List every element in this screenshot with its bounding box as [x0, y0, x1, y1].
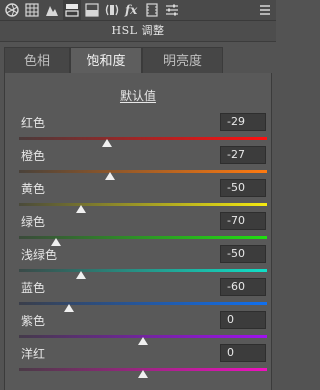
- sliders-icon[interactable]: [163, 0, 181, 20]
- panel-title: HSL 调整: [0, 21, 276, 42]
- magenta-value-field[interactable]: 0: [220, 344, 266, 362]
- slider-label: 洋红: [21, 347, 46, 361]
- red-value-field[interactable]: -29: [220, 113, 266, 131]
- red-slider-thumb[interactable]: [102, 139, 113, 147]
- yellow-slider-thumb[interactable]: [76, 205, 86, 213]
- green-value-field[interactable]: -70: [220, 212, 266, 230]
- slider-row-aqua: 浅绿色 -50: [5, 245, 271, 280]
- slider-row-purple: 紫色 0: [5, 311, 271, 346]
- default-link[interactable]: 默认值: [5, 87, 271, 104]
- tab-hue[interactable]: 色相: [4, 47, 70, 74]
- slider-row-red: 红色 -29: [5, 113, 271, 148]
- detail-icon[interactable]: [83, 0, 101, 20]
- aqua-value-field[interactable]: -50: [220, 245, 266, 263]
- fx-icon[interactable]: fx: [123, 0, 141, 20]
- yellow-value-field[interactable]: -50: [220, 179, 266, 197]
- orange-value-field[interactable]: -27: [220, 146, 266, 164]
- slider-label: 浅绿色: [21, 248, 58, 262]
- slider-label: 绿色: [21, 215, 46, 229]
- aperture-icon[interactable]: [3, 0, 21, 20]
- slider-label: 橙色: [21, 149, 46, 163]
- svg-text:fx: fx: [124, 3, 138, 17]
- aqua-slider-track[interactable]: [19, 269, 267, 272]
- blue-slider-thumb[interactable]: [63, 304, 74, 312]
- menu-icon[interactable]: [256, 0, 274, 20]
- hsl-tabs: 色相 饱和度 明亮度: [4, 47, 272, 74]
- yellow-slider-track[interactable]: [19, 203, 267, 206]
- orange-slider-thumb[interactable]: [104, 172, 115, 180]
- blue-slider-track[interactable]: [19, 302, 267, 305]
- red-slider-track[interactable]: [19, 137, 267, 140]
- slider-label: 紫色: [21, 314, 46, 328]
- panel-toolbar: fx: [0, 0, 276, 21]
- slider-row-orange: 橙色 -27: [5, 146, 271, 181]
- slider-label: 红色: [21, 116, 46, 130]
- film-icon[interactable]: [143, 0, 161, 20]
- magenta-slider-thumb[interactable]: [138, 370, 148, 378]
- slider-row-blue: 蓝色 -60: [5, 278, 271, 313]
- blue-value-field[interactable]: -60: [220, 278, 266, 296]
- lens-icon[interactable]: [103, 0, 121, 20]
- grid-icon[interactable]: [23, 0, 41, 20]
- purple-value-field[interactable]: 0: [220, 311, 266, 329]
- slider-label: 黄色: [21, 182, 46, 196]
- slider-row-green: 绿色 -70: [5, 212, 271, 247]
- slider-row-magenta: 洋红 0: [5, 344, 271, 379]
- green-slider-thumb[interactable]: [51, 238, 62, 246]
- slider-row-yellow: 黄色 -50: [5, 179, 271, 214]
- orange-slider-track[interactable]: [19, 170, 267, 173]
- tab-luminance[interactable]: 明亮度: [142, 47, 223, 74]
- mountain-icon[interactable]: [43, 0, 61, 20]
- tab-saturation[interactable]: 饱和度: [70, 47, 142, 74]
- purple-slider-thumb[interactable]: [138, 337, 148, 345]
- aqua-slider-thumb[interactable]: [76, 271, 86, 279]
- saturation-panel: 默认值 红色 -29 橙色 -27 黄色 -50 绿色 -70 浅绿色 -50 …: [4, 73, 272, 390]
- split-tone-icon[interactable]: [63, 0, 81, 20]
- slider-label: 蓝色: [21, 281, 46, 295]
